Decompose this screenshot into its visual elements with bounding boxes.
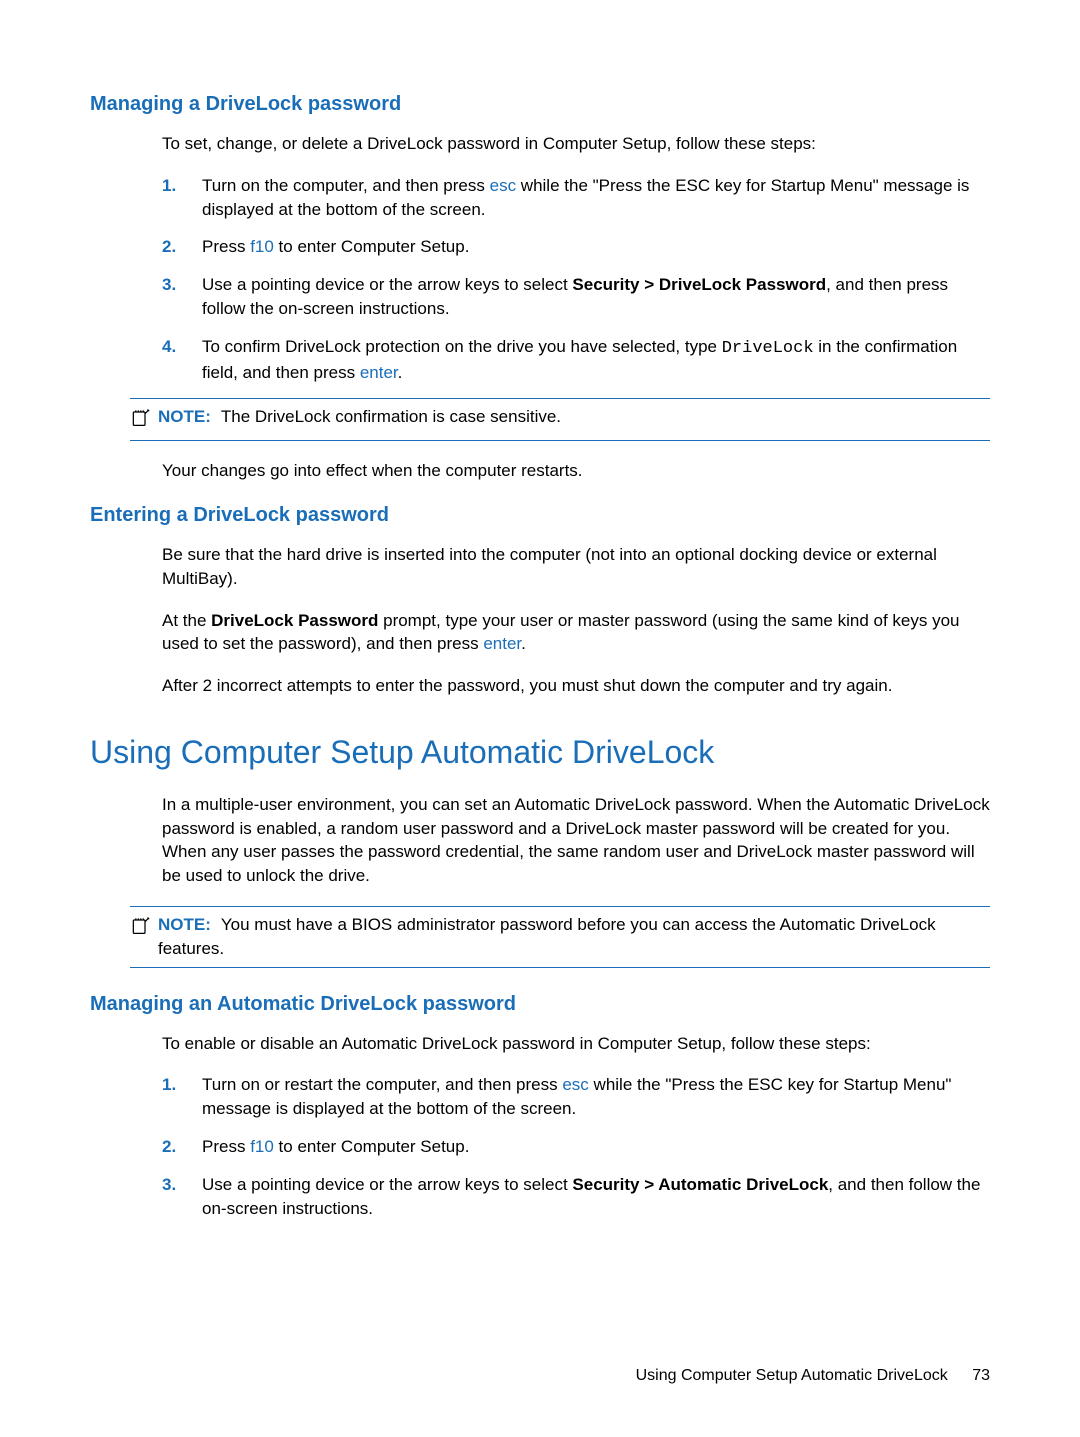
note-label: NOTE:: [158, 915, 211, 934]
step-1: 1. Turn on or restart the computer, and …: [162, 1073, 990, 1121]
note-label: NOTE:: [158, 407, 211, 426]
note-message: You must have a BIOS administrator passw…: [158, 915, 936, 958]
step-3: 3. Use a pointing device or the arrow ke…: [162, 1173, 990, 1221]
heading-auto-drivelock: Using Computer Setup Automatic DriveLock: [90, 730, 990, 775]
intro-text: To enable or disable an Automatic DriveL…: [162, 1032, 990, 1056]
text: Press: [202, 237, 250, 256]
footer-section-title: Using Computer Setup Automatic DriveLock: [636, 1367, 948, 1384]
text: Use a pointing device or the arrow keys …: [202, 275, 572, 294]
section-entering-drivelock: Entering a DriveLock password Be sure th…: [90, 501, 990, 698]
page-number: 73: [972, 1367, 990, 1384]
steps-list: 1. Turn on the computer, and then press …: [162, 174, 990, 385]
text: .: [398, 363, 403, 382]
step-2: 2. Press f10 to enter Computer Setup.: [162, 1135, 990, 1159]
note-box: NOTE:You must have a BIOS administrator …: [130, 906, 990, 968]
note-icon: [130, 915, 150, 942]
note-content: NOTE:You must have a BIOS administrator …: [158, 913, 990, 961]
menu-path: Security > Automatic DriveLock: [572, 1175, 828, 1194]
intro-text: To set, change, or delete a DriveLock pa…: [162, 132, 990, 156]
heading-entering-drivelock: Entering a DriveLock password: [90, 501, 990, 529]
step-number: 4.: [162, 335, 202, 385]
step-body: Turn on or restart the computer, and the…: [202, 1073, 990, 1121]
body-managing-auto-drivelock: To enable or disable an Automatic DriveL…: [162, 1032, 990, 1221]
step-3: 3. Use a pointing device or the arrow ke…: [162, 273, 990, 321]
step-body: Turn on the computer, and then press esc…: [202, 174, 990, 222]
step-body: Press f10 to enter Computer Setup.: [202, 1135, 990, 1159]
step-4: 4. To confirm DriveLock protection on th…: [162, 335, 990, 385]
key-esc: esc: [562, 1075, 588, 1094]
page-footer: Using Computer Setup Automatic DriveLock…: [636, 1365, 990, 1387]
heading-managing-auto-drivelock: Managing an Automatic DriveLock password: [90, 990, 990, 1018]
paragraph: After 2 incorrect attempts to enter the …: [162, 674, 990, 698]
section-managing-auto-drivelock: Managing an Automatic DriveLock password…: [90, 990, 990, 1221]
body-auto-drivelock: In a multiple-user environment, you can …: [162, 793, 990, 888]
paragraph: Be sure that the hard drive is inserted …: [162, 543, 990, 591]
key-esc: esc: [490, 176, 516, 195]
step-number: 1.: [162, 1073, 202, 1121]
text: Press: [202, 1137, 250, 1156]
note-icon: [130, 407, 150, 434]
text: .: [521, 634, 526, 653]
mono-text: DriveLock: [722, 339, 814, 358]
key-f10: f10: [250, 237, 274, 256]
key-enter: enter: [360, 363, 398, 382]
text: Use a pointing device or the arrow keys …: [202, 1175, 572, 1194]
note-content: NOTE: The DriveLock confirmation is case …: [158, 405, 990, 429]
text: To confirm DriveLock protection on the d…: [202, 337, 722, 356]
step-number: 3.: [162, 1173, 202, 1221]
note-box: NOTE: The DriveLock confirmation is case …: [130, 398, 990, 441]
body-entering-drivelock: Be sure that the hard drive is inserted …: [162, 543, 990, 698]
paragraph: At the DriveLock Password prompt, type y…: [162, 609, 990, 657]
step-number: 2.: [162, 235, 202, 259]
key-f10: f10: [250, 1137, 274, 1156]
step-number: 1.: [162, 174, 202, 222]
text: Turn on the computer, and then press: [202, 176, 490, 195]
text: to enter Computer Setup.: [274, 1137, 470, 1156]
step-2: 2. Press f10 to enter Computer Setup.: [162, 235, 990, 259]
step-body: Use a pointing device or the arrow keys …: [202, 1173, 990, 1221]
post-text: Your changes go into effect when the com…: [162, 459, 990, 483]
heading-managing-drivelock: Managing a DriveLock password: [90, 90, 990, 118]
step-number: 2.: [162, 1135, 202, 1159]
step-1: 1. Turn on the computer, and then press …: [162, 174, 990, 222]
key-enter: enter: [483, 634, 521, 653]
section-managing-drivelock: Managing a DriveLock password To set, ch…: [90, 90, 990, 483]
paragraph: In a multiple-user environment, you can …: [162, 793, 990, 888]
steps-list: 1. Turn on or restart the computer, and …: [162, 1073, 990, 1220]
step-body: Use a pointing device or the arrow keys …: [202, 273, 990, 321]
text: At the: [162, 611, 211, 630]
body-managing-drivelock: To set, change, or delete a DriveLock pa…: [162, 132, 990, 384]
note-message: The DriveLock confirmation is case sensi…: [221, 407, 561, 426]
step-number: 3.: [162, 273, 202, 321]
menu-path: Security > DriveLock Password: [572, 275, 826, 294]
bold-text: DriveLock Password: [211, 611, 378, 630]
section-auto-drivelock: Using Computer Setup Automatic DriveLock…: [90, 730, 990, 968]
text: to enter Computer Setup.: [274, 237, 470, 256]
step-body: To confirm DriveLock protection on the d…: [202, 335, 990, 385]
text: Turn on or restart the computer, and the…: [202, 1075, 562, 1094]
post-note-body: Your changes go into effect when the com…: [162, 459, 990, 483]
step-body: Press f10 to enter Computer Setup.: [202, 235, 990, 259]
